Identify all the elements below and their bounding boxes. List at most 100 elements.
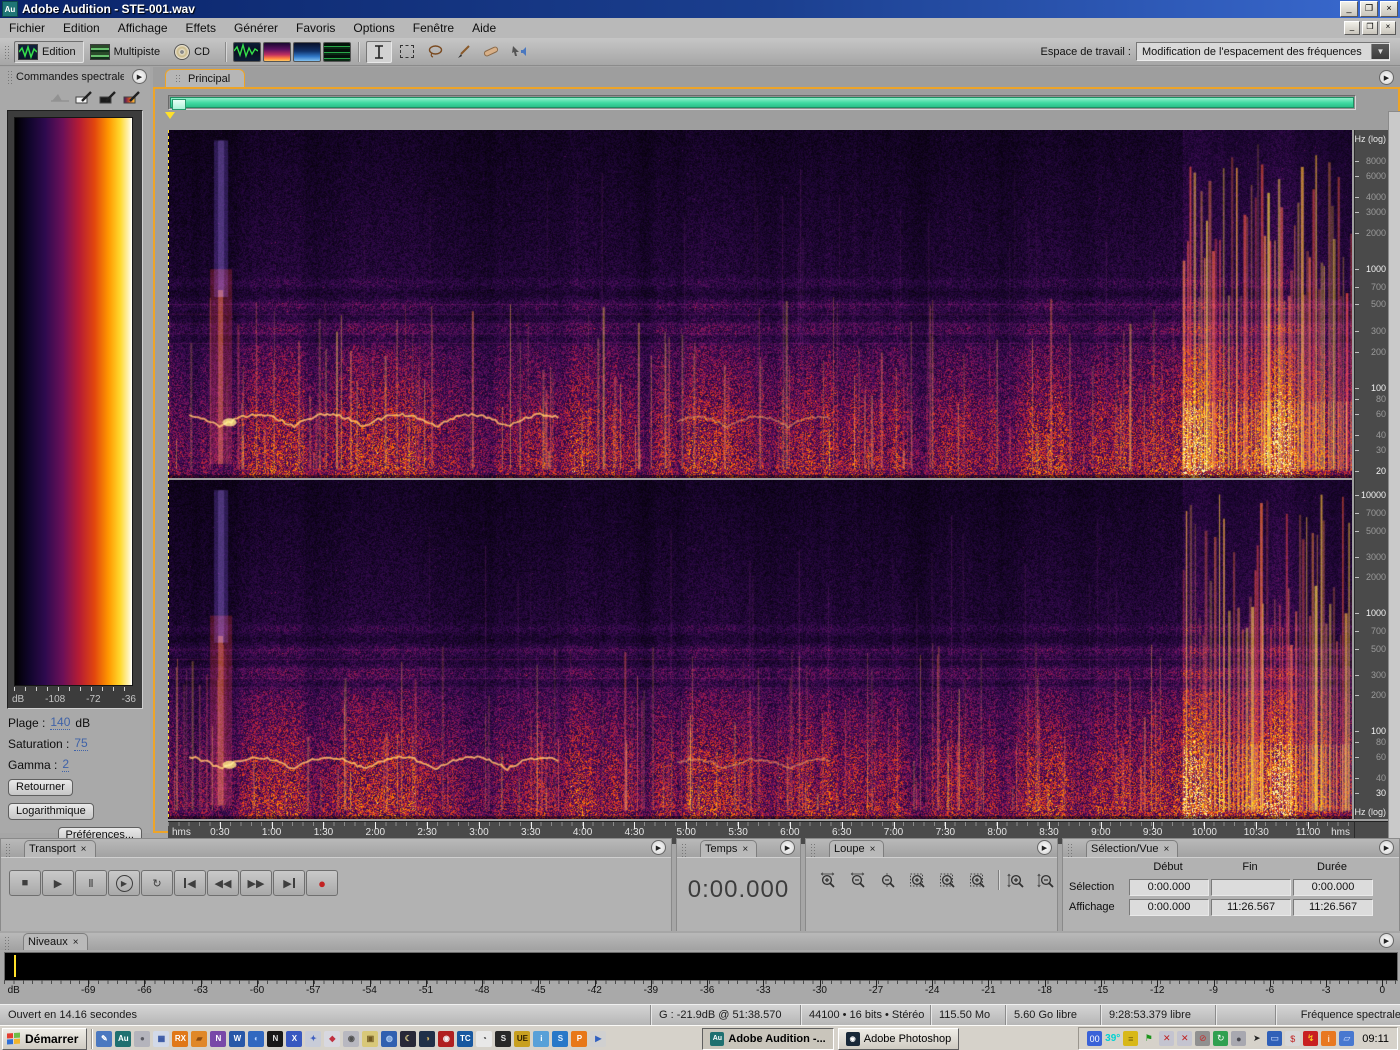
zoom-out-vertical-button[interactable] (1033, 868, 1061, 892)
dark-globe-icon[interactable]: ◑ (419, 1031, 435, 1047)
go-to-start-button[interactable]: ◀ (174, 870, 206, 896)
ue-gold-icon[interactable]: UE (514, 1031, 530, 1047)
go-to-end-button[interactable]: ▶ (273, 870, 305, 896)
playhead-marker-top[interactable] (165, 112, 175, 119)
time-selection-tool[interactable] (366, 41, 392, 63)
close-icon[interactable]: × (870, 844, 876, 855)
audition-icon[interactable]: Au (115, 1031, 131, 1047)
saturation-value[interactable]: 75 (74, 736, 87, 751)
network-disconnected-icon-2[interactable]: ✕ (1177, 1031, 1192, 1046)
pause-button[interactable]: Ⅱ (75, 870, 107, 896)
document-close-button[interactable]: × (1380, 21, 1396, 35)
menu-fichier[interactable]: Fichier (0, 19, 54, 37)
spectral-pan-view-button[interactable] (293, 42, 321, 62)
tc-icon[interactable]: TC (457, 1031, 473, 1047)
toolbar-grip[interactable] (4, 45, 9, 59)
loop-play-button[interactable]: ↻ (141, 870, 173, 896)
cd-view-button[interactable]: CD (170, 41, 218, 63)
close-icon[interactable]: × (81, 844, 87, 855)
loupe-menu-button[interactable]: ▶ (1037, 840, 1052, 855)
menu-options[interactable]: Options (344, 19, 403, 37)
zoom-to-selection-button[interactable] (904, 868, 932, 892)
spectral-pen-white-button[interactable] (75, 91, 94, 104)
affichage-fin-field[interactable]: 11:26.567 (1211, 899, 1291, 916)
horizontal-scrollbar[interactable] (168, 95, 1356, 110)
niveaux-menu-button[interactable]: ▶ (1379, 933, 1394, 948)
menu-edition[interactable]: Edition (54, 19, 109, 37)
play-button[interactable]: ▶ (42, 870, 74, 896)
selection-vue-menu-button[interactable]: ▶ (1379, 840, 1394, 855)
menu-gnrer[interactable]: Générer (225, 19, 287, 37)
document-restore-button[interactable]: ❐ (1362, 21, 1378, 35)
start-button[interactable]: Démarrer (2, 1028, 87, 1050)
currency-guard-icon[interactable]: $ (1285, 1031, 1300, 1046)
izotope-rx-icon[interactable]: RX (172, 1031, 188, 1047)
tab-principal[interactable]: Principal (165, 69, 245, 87)
gamma-value[interactable]: 2 (62, 757, 69, 772)
zoom-out-full-button[interactable] (874, 868, 902, 892)
menu-aide[interactable]: Aide (463, 19, 505, 37)
document-minimize-button[interactable]: _ (1344, 21, 1360, 35)
affichage-duree-field[interactable]: 11:26.567 (1293, 899, 1373, 916)
tab-niveaux[interactable]: Niveaux × (23, 933, 88, 950)
taskbar-task-1[interactable]: ◉Adobe Photoshop (838, 1028, 959, 1050)
network-disconnected-icon[interactable]: ✕ (1159, 1031, 1174, 1046)
transport-menu-button[interactable]: ▶ (651, 840, 666, 855)
photo-icon[interactable]: ▣ (362, 1031, 378, 1047)
effects-paintbrush-tool[interactable] (450, 41, 476, 63)
logarithmique-button[interactable]: Logarithmique (8, 803, 94, 820)
menu-affichage[interactable]: Affichage (109, 19, 177, 37)
panel-grip[interactable] (7, 70, 12, 84)
horizontal-scrollbar-thumb[interactable] (170, 97, 1354, 108)
selection-debut-field[interactable]: 0:00.000 (1129, 879, 1209, 896)
diamond-icon[interactable]: ◆ (324, 1031, 340, 1047)
combo-arrow-icon[interactable]: ▼ (1371, 44, 1389, 59)
tab-selection-vue[interactable]: Sélection/Vue × (1086, 840, 1178, 857)
selection-duree-field[interactable]: 0:00.000 (1293, 879, 1373, 896)
zoom-out-horizontal-button[interactable] (844, 868, 872, 892)
taskbar-task-0[interactable]: AuAdobe Audition -... (702, 1028, 833, 1050)
star-burst-icon[interactable]: ✦ (305, 1031, 321, 1047)
calculator-icon[interactable]: ▦ (153, 1031, 169, 1047)
nero-icon[interactable]: N (267, 1031, 283, 1047)
tools-x-icon[interactable]: X (286, 1031, 302, 1047)
play-from-cursor-button[interactable]: ▶ (108, 870, 140, 896)
multipiste-view-button[interactable]: Multipiste (86, 41, 168, 63)
stop-button[interactable]: ■ (9, 870, 41, 896)
spectral-palette[interactable]: dB-108-72-36 (7, 110, 143, 709)
spectral-frequency-view-button[interactable] (263, 42, 291, 62)
workspace-combo[interactable]: Modification de l'espacement des fréquen… (1136, 42, 1390, 61)
tab-loupe[interactable]: Loupe × (829, 840, 884, 857)
lasso-selection-tool[interactable] (422, 41, 448, 63)
pdf-icon[interactable]: P (571, 1031, 587, 1047)
zoom-in-right-edge-button[interactable] (964, 868, 992, 892)
affichage-debut-field[interactable]: 0:00.000 (1129, 899, 1209, 916)
spectral-pen-gradient-button[interactable] (123, 91, 142, 104)
media-sphere-icon[interactable]: ● (134, 1031, 150, 1047)
moon-globe-icon[interactable]: ☾ (400, 1031, 416, 1047)
browser-planet-icon[interactable]: ◐ (248, 1031, 264, 1047)
power-bolt-icon[interactable]: ↯ (1303, 1031, 1318, 1046)
menu-fentre[interactable]: Fenêtre (404, 19, 463, 37)
spectrogram-left-channel[interactable] (168, 130, 1352, 478)
equalizer-pause-icon[interactable]: 00 (1087, 1031, 1102, 1046)
window-minimize-button[interactable]: _ (1340, 1, 1358, 17)
media-player-icon[interactable]: ▶ (590, 1031, 606, 1047)
plage-value[interactable]: 140 (50, 715, 70, 730)
spot-healing-brush-tool[interactable] (478, 41, 504, 63)
close-icon[interactable]: × (73, 937, 79, 948)
update-arrows-icon[interactable]: ↻ (1213, 1031, 1228, 1046)
playhead-line[interactable] (168, 130, 169, 819)
rewind-button[interactable]: ◀◀ (207, 870, 239, 896)
green-flag-icon[interactable]: ⚑ (1141, 1031, 1156, 1046)
zoom-in-left-edge-button[interactable] (934, 868, 962, 892)
tab-transport[interactable]: Transport × (24, 840, 96, 857)
blue-folder-icon[interactable]: ▱ (1339, 1031, 1354, 1046)
cursor-spark-icon[interactable]: ➤ (1249, 1031, 1264, 1046)
panel-menu-button[interactable]: ▶ (132, 69, 147, 84)
waveform-view-button[interactable] (233, 42, 261, 62)
level-meter[interactable] (4, 952, 1398, 981)
temps-menu-button[interactable]: ▶ (780, 840, 795, 855)
tab-temps[interactable]: Temps × (700, 840, 757, 857)
circle-app-icon[interactable]: ◉ (343, 1031, 359, 1047)
